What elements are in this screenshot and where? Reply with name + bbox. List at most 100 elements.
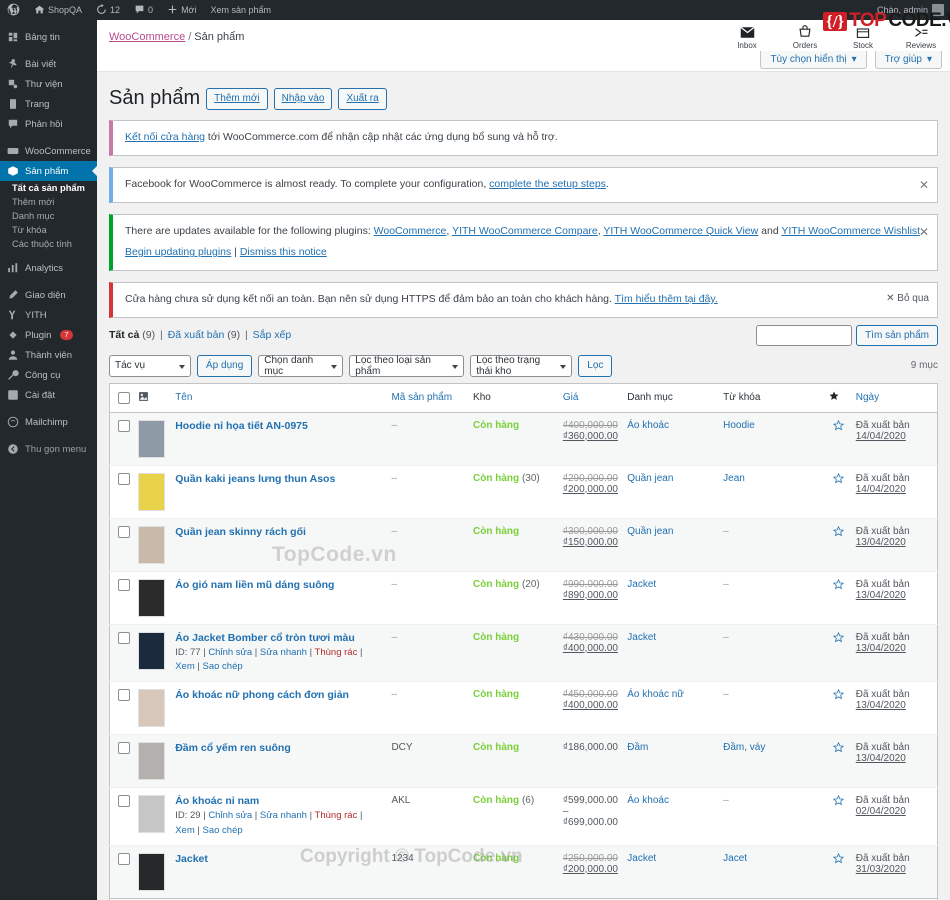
product-type-filter-select[interactable]: Lọc theo loại sản phẩm	[349, 354, 465, 377]
row-action-3[interactable]: Xem	[175, 825, 195, 836]
activity-orders[interactable]: Orders	[784, 24, 826, 50]
category-link[interactable]: Áo khoác	[627, 795, 669, 806]
sidebar-item-woocommerce[interactable]: WooCommerce	[0, 141, 97, 161]
featured-star-icon[interactable]	[832, 525, 845, 540]
row-checkbox[interactable]	[118, 742, 130, 755]
row-action-1[interactable]: Sửa nhanh	[260, 647, 307, 658]
category-link[interactable]: Jacket	[627, 632, 656, 643]
apply-button-top[interactable]: Áp dụng	[197, 354, 253, 377]
row-checkbox[interactable]	[118, 419, 130, 432]
row-checkbox[interactable]	[118, 525, 130, 538]
featured-star-icon[interactable]	[832, 578, 845, 593]
sidebar-item-posts[interactable]: Bài viết	[0, 54, 97, 74]
plugin-link-quickview[interactable]: YITH WooCommerce Quick View	[603, 225, 758, 237]
sidebar-subitem-add-new[interactable]: Thêm mới	[0, 195, 97, 209]
activity-inbox[interactable]: Inbox	[726, 24, 768, 50]
sidebar-subitem-attributes[interactable]: Các thuộc tính	[0, 237, 97, 251]
row-action-4[interactable]: Sao chép	[203, 661, 243, 672]
price-header[interactable]: Giá	[558, 383, 624, 413]
add-new-button[interactable]: Thêm mới	[206, 87, 268, 110]
row-action-4[interactable]: Sao chép	[203, 825, 243, 836]
export-button[interactable]: Xuất ra	[338, 87, 387, 110]
sidebar-item-media[interactable]: Thư viện	[0, 74, 97, 94]
product-name-link[interactable]: Áo gió nam liền mũ dáng suông	[175, 579, 334, 591]
row-action-0[interactable]: Chỉnh sửa	[208, 647, 252, 658]
category-link[interactable]: Áo khoác nữ	[627, 689, 684, 700]
sidebar-subitem-all-products[interactable]: Tất cả sản phẩm	[0, 181, 97, 195]
name-header[interactable]: Tên	[171, 383, 388, 413]
tag-link[interactable]: Jacet	[723, 853, 747, 864]
plugin-link-woocommerce[interactable]: WooCommerce	[374, 225, 447, 237]
category-link[interactable]: Jacket	[627, 579, 656, 590]
search-submit-button[interactable]: Tìm sản phẩm	[856, 324, 938, 346]
sidebar-item-analytics[interactable]: Analytics	[0, 258, 97, 278]
row-checkbox[interactable]	[118, 472, 130, 485]
featured-star-icon[interactable]	[832, 852, 845, 867]
collapse-menu-button[interactable]: Thu gọn menu	[0, 439, 97, 459]
row-action-2[interactable]: Thùng rác	[315, 810, 358, 821]
featured-star-icon[interactable]	[832, 472, 845, 487]
breadcrumb-root[interactable]: WooCommerce	[109, 31, 185, 43]
status-link-all[interactable]: Tất cả	[109, 329, 139, 341]
row-action-3[interactable]: Xem	[175, 661, 195, 672]
dismiss-icon[interactable]: ✕	[919, 223, 929, 241]
featured-star-icon[interactable]	[832, 419, 845, 434]
dismiss-notice-link[interactable]: Dismiss this notice	[240, 246, 327, 258]
product-thumbnail[interactable]	[138, 525, 166, 564]
product-thumbnail[interactable]	[138, 742, 166, 781]
product-name-link[interactable]: Quần jean skinny rách gối	[175, 526, 306, 538]
product-thumbnail[interactable]	[138, 795, 166, 834]
featured-star-icon[interactable]	[832, 795, 845, 809]
sidebar-subitem-tags[interactable]: Từ khóa	[0, 223, 97, 237]
begin-updating-link[interactable]: Begin updating plugins	[125, 246, 231, 258]
tag-link[interactable]: Hoodie	[723, 420, 755, 431]
sidebar-subitem-categories[interactable]: Danh mục	[0, 209, 97, 223]
product-name-link[interactable]: Áo khoác nữ phong cách đơn giản	[175, 689, 349, 701]
category-link[interactable]: Jacket	[627, 853, 656, 864]
sidebar-item-yith[interactable]: YITH	[0, 305, 97, 325]
help-button[interactable]: Trợ giúp ▾	[874, 51, 942, 69]
category-filter-select[interactable]: Chọn danh mục	[258, 354, 344, 377]
row-checkbox[interactable]	[118, 852, 130, 865]
plugin-link-wishlist[interactable]: YITH WooCommerce Wishlist	[781, 225, 920, 237]
row-checkbox[interactable]	[118, 689, 130, 702]
view-products-link[interactable]: Xem sản phẩm	[203, 0, 278, 20]
product-name-link[interactable]: Jacket	[175, 853, 208, 865]
category-link[interactable]: Quần jean	[627, 473, 673, 484]
new-content-menu[interactable]: Mới	[160, 0, 203, 20]
updates-menu[interactable]: 12	[89, 0, 127, 20]
row-checkbox[interactable]	[118, 578, 130, 591]
dismiss-icon[interactable]: ✕	[919, 176, 929, 194]
sku-header[interactable]: Mã sản phẩm	[387, 383, 470, 413]
row-action-2[interactable]: Thùng rác	[315, 647, 358, 658]
category-link[interactable]: Quần jean	[627, 526, 673, 537]
facebook-setup-link[interactable]: complete the setup steps	[489, 178, 606, 190]
tag-link[interactable]: Jean	[723, 473, 745, 484]
filter-button[interactable]: Lọc	[578, 354, 613, 377]
featured-star-icon[interactable]	[832, 631, 845, 646]
row-action-0[interactable]: Chỉnh sửa	[208, 810, 252, 821]
stock-status-filter-select[interactable]: Lọc theo trạng thái kho	[470, 354, 573, 377]
product-name-link[interactable]: Áo Jacket Bomber cổ tròn tươi màu	[175, 632, 355, 644]
sidebar-item-tools[interactable]: Công cụ	[0, 365, 97, 385]
learn-more-link[interactable]: Tìm hiểu thêm tại đây.	[615, 293, 718, 305]
product-thumbnail[interactable]	[138, 419, 166, 458]
featured-star-icon[interactable]	[832, 742, 845, 756]
connect-store-link[interactable]: Kết nối cửa hàng	[125, 131, 205, 143]
sidebar-item-mailchimp[interactable]: Mailchimp	[0, 412, 97, 432]
product-name-link[interactable]: Áo khoác nỉ nam	[175, 795, 259, 807]
product-name-link[interactable]: Hoodie nỉ họa tiết AN-0975	[175, 420, 308, 432]
dismiss-button[interactable]: ✕ Bỏ qua	[886, 291, 929, 306]
select-all-checkbox[interactable]	[118, 391, 130, 404]
sidebar-item-users[interactable]: Thành viên	[0, 345, 97, 365]
row-checkbox[interactable]	[118, 795, 130, 808]
import-button[interactable]: Nhập vào	[273, 87, 333, 110]
product-thumbnail[interactable]	[138, 472, 166, 511]
featured-star-icon[interactable]	[832, 689, 845, 703]
comments-menu[interactable]: 0	[127, 0, 160, 20]
sidebar-item-plugins[interactable]: Plugin 7	[0, 325, 97, 345]
status-link-published[interactable]: Đã xuất bản	[168, 329, 225, 341]
product-thumbnail[interactable]	[138, 689, 166, 728]
product-name-link[interactable]: Đầm cổ yếm ren suông	[175, 742, 291, 754]
date-header[interactable]: Ngày	[851, 383, 938, 413]
